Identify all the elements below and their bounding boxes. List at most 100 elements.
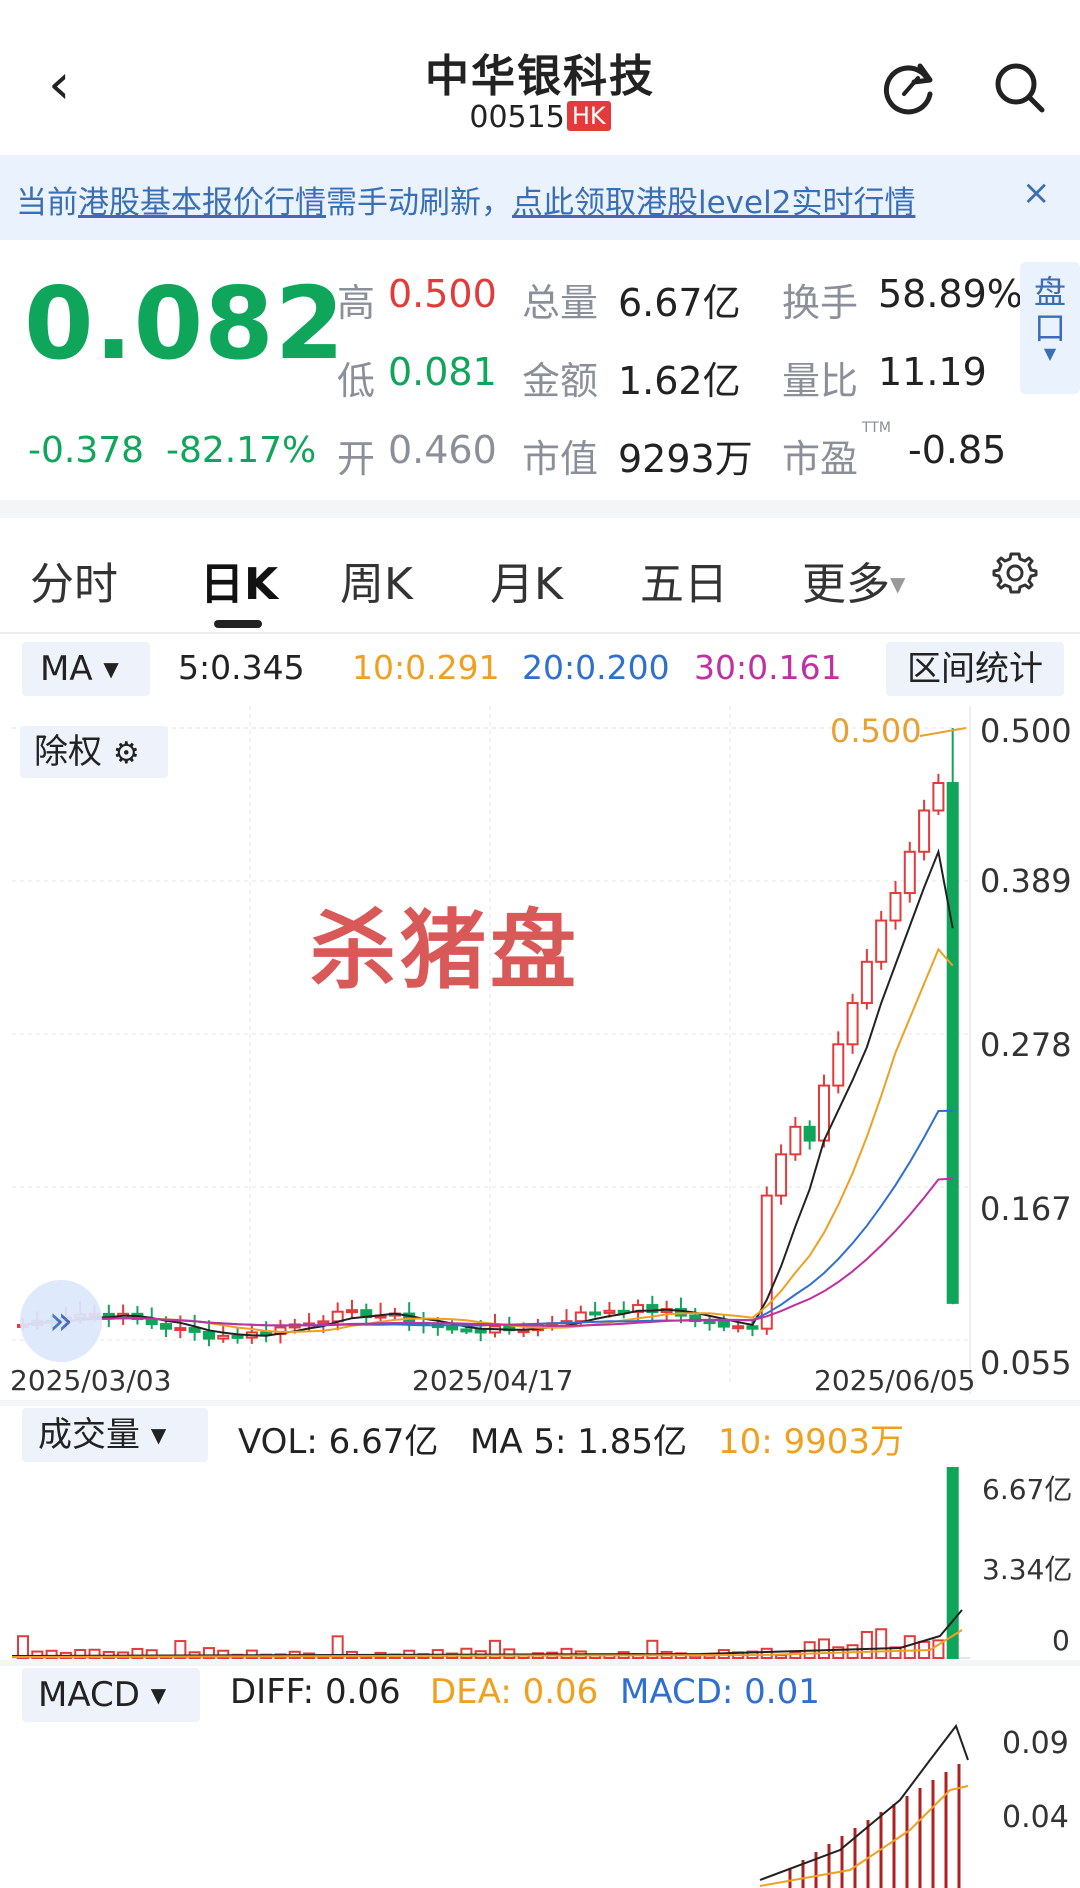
volratio-label: 量比 [782, 359, 859, 403]
candle-body [903, 850, 916, 895]
y-tick: 0.278 [980, 1026, 1072, 1064]
candle-body [260, 1331, 273, 1336]
y-tick: 0.500 [980, 712, 1072, 750]
candle-body [932, 782, 945, 812]
volume-selector[interactable]: 成交量 ▼ [22, 1408, 208, 1462]
candle-body [803, 1125, 816, 1142]
candle-body [188, 1327, 201, 1333]
section-divider [0, 1400, 1080, 1406]
tab-intraday[interactable]: 分时 [30, 548, 118, 612]
gear-icon: ⚙ [112, 736, 140, 771]
pe-label: 市盈 [782, 437, 859, 481]
turnover-value: 58.89% [878, 272, 1023, 316]
date-label: 2025/06/05 [814, 1364, 976, 1397]
ma30-value: 30:0.161 [694, 648, 842, 687]
interval-stats-button[interactable]: 区间统计 [886, 642, 1064, 696]
turnover-label: 换手 [782, 281, 859, 325]
high-marker-line [919, 727, 967, 737]
candle-body [603, 1309, 616, 1314]
macd-y-tick: 0.09 [1002, 1726, 1069, 1761]
tab-more[interactable]: 更多▼ [802, 548, 905, 612]
macd-selector-label: MACD [38, 1675, 140, 1715]
market-badge: HK [566, 101, 611, 131]
search-icon[interactable] [990, 58, 1050, 118]
macd-chart [759, 1723, 969, 1888]
candle-body [918, 809, 931, 853]
adjust-selector[interactable]: 除权 ⚙ [20, 726, 168, 778]
macd-dea: DEA: 0.06 [430, 1672, 599, 1712]
volume-bar [760, 1647, 773, 1659]
candle-body [846, 1002, 859, 1046]
caret-down-icon: ▼ [103, 657, 119, 681]
candle-body [474, 1328, 487, 1334]
caret-down-icon: ▼ [150, 1423, 167, 1447]
high-label: 高 [337, 281, 376, 325]
open-label: 开 [337, 437, 376, 481]
volume-label: 总量 [522, 281, 599, 325]
low-label: 低 [337, 359, 376, 403]
macd-hist: MACD: 0.01 [620, 1672, 820, 1712]
candle-body [160, 1323, 173, 1330]
gear-icon[interactable] [990, 548, 1040, 598]
candle-body [717, 1320, 730, 1328]
close-icon[interactable]: × [1022, 173, 1051, 213]
volume-selector-label: 成交量 [38, 1415, 140, 1455]
vol-y-tick: 6.67亿 [982, 1473, 1073, 1506]
last-price: 0.082 [24, 265, 346, 382]
level2-promo-banner[interactable]: 当前港股基本报价行情需手动刷新，点此领取港股level2实时行情 × [0, 155, 1080, 240]
candle-body [589, 1311, 602, 1316]
volume-bar [17, 1635, 30, 1659]
amount-label: 金额 [522, 359, 599, 403]
candle-body [446, 1326, 459, 1331]
candle-body [231, 1334, 244, 1339]
tabs-divider [0, 632, 1080, 634]
candle-body [202, 1330, 215, 1340]
ma20-value: 20:0.200 [522, 648, 670, 687]
tab-weekly-k[interactable]: 周K [340, 548, 413, 612]
ma-lines [22, 727, 967, 1337]
pankou-button[interactable]: 盘口 ▼ [1020, 262, 1080, 394]
candle-body [460, 1328, 473, 1333]
vol-y-tick: 0 [1052, 1624, 1070, 1657]
price-change: -0.378 [28, 430, 145, 471]
y-tick: 0.389 [980, 862, 1072, 900]
candle-body [875, 919, 888, 963]
stock-code: 00515 [469, 100, 565, 135]
caret-down-icon: ▼ [150, 1683, 167, 1707]
volume-value: 6.67亿 [618, 281, 741, 325]
candle-body [174, 1327, 187, 1332]
pe-ttm-mark: TTM [862, 420, 891, 436]
tab-daily-k[interactable]: 日K [200, 548, 278, 612]
candle-body [746, 1325, 759, 1330]
open-value: 0.460 [388, 428, 497, 472]
top-bar: ‹ 中华银科技 00515 HK [0, 0, 1080, 155]
kline-chart[interactable] [0, 700, 1080, 1410]
banner-text[interactable]: 当前港股基本报价行情需手动刷新，点此领取港股level2实时行情 [16, 177, 915, 222]
tab-five-day[interactable]: 五日 [640, 548, 728, 612]
section-divider [0, 1660, 1080, 1666]
y-tick: 0.055 [980, 1344, 1072, 1382]
tab-more-label: 更多 [802, 559, 890, 610]
caret-down-icon: ▼ [1043, 344, 1057, 363]
ma-selector[interactable]: MA ▼ [22, 642, 150, 696]
vol-y-tick: 3.34亿 [982, 1553, 1073, 1586]
volume-chart [11, 1467, 970, 1660]
volume-bar [860, 1630, 873, 1659]
tab-monthly-k[interactable]: 月K [490, 548, 563, 612]
ma-line [22, 1109, 953, 1327]
candle-body [217, 1334, 230, 1340]
vol-ma10: 10: 9903万 [718, 1422, 905, 1462]
refresh-icon[interactable] [880, 58, 940, 118]
low-value: 0.081 [388, 350, 497, 394]
expand-icon[interactable]: » [20, 1280, 102, 1362]
active-tab-indicator [214, 620, 262, 628]
watermark-text: 杀猪盘 [310, 901, 580, 1001]
date-label: 2025/03/03 [10, 1364, 172, 1397]
macd-selector[interactable]: MACD ▼ [22, 1668, 200, 1722]
volume-bar [946, 1467, 959, 1659]
candle-body [789, 1125, 802, 1156]
amount-value: 1.62亿 [618, 359, 741, 403]
candle-body [574, 1311, 587, 1323]
candle-body [860, 960, 873, 1005]
candle-body [345, 1309, 358, 1314]
